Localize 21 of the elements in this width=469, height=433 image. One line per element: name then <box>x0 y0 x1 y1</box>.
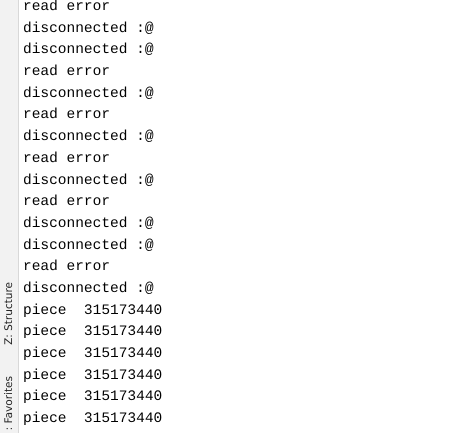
console-line: piece 315173440 <box>23 410 164 430</box>
console-line: disconnected :@ <box>23 172 155 190</box>
favorites-tab[interactable]: : Favorites <box>3 376 15 430</box>
console-line: disconnected :@ <box>23 41 155 60</box>
console-line: disconnected :@ <box>23 236 155 256</box>
console-line: disconnected :@ <box>23 84 155 104</box>
console-line: disconnected :@ <box>23 128 155 148</box>
console-line: piece 315173440 <box>23 388 164 408</box>
console-line: read error <box>23 258 112 278</box>
console-line: piece 315173440 <box>23 323 164 342</box>
console-line: disconnected :@ <box>23 214 155 234</box>
console-line: disconnected :@ <box>23 280 155 299</box>
console-line: piece 315173440 <box>23 366 164 386</box>
console-line: disconnected :@ <box>23 20 155 39</box>
console-line: read error <box>23 106 112 126</box>
console-line: piece 315173440 <box>23 302 164 321</box>
console-line: piece 315173440 <box>23 345 164 364</box>
console-line: read error <box>23 193 112 212</box>
console-line: read error <box>23 63 112 82</box>
structure-tab[interactable]: Z: Structure <box>3 282 15 345</box>
console-line: read error <box>23 150 112 169</box>
